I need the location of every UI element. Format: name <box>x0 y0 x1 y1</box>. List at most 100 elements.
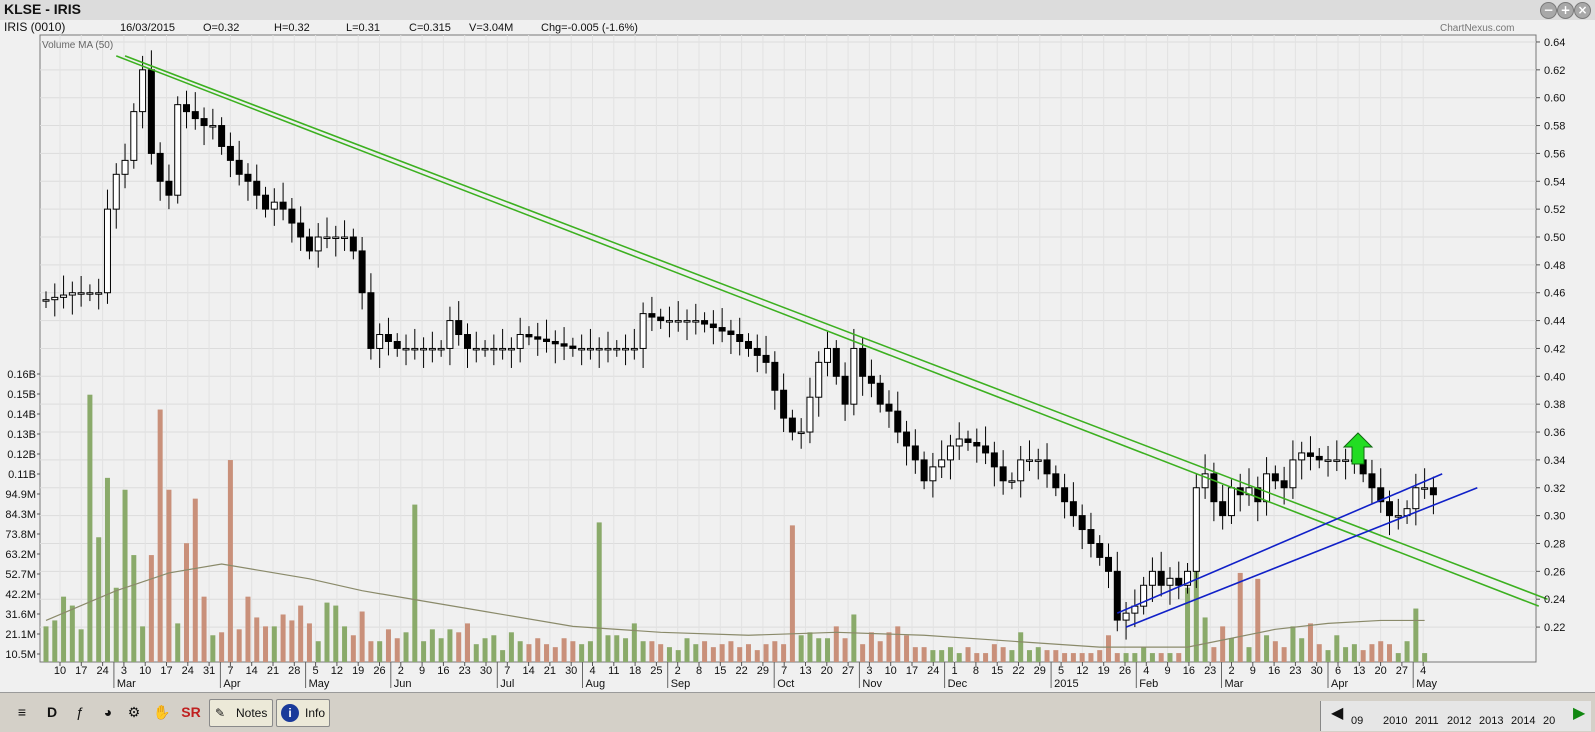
volume-bar <box>113 587 119 662</box>
menu-icon[interactable]: ≡ <box>14 701 30 723</box>
year-label[interactable]: 2011 <box>1415 715 1439 727</box>
volume-bar <box>1000 647 1006 662</box>
volume-bar <box>1299 638 1305 662</box>
year-label[interactable]: 20 <box>1543 715 1555 727</box>
scroll-right-icon[interactable]: ▶ <box>1573 703 1585 723</box>
volume-bar <box>921 647 927 662</box>
volume-bar <box>991 644 997 662</box>
date-tick-label: 31 <box>203 665 215 677</box>
indicator-icon[interactable]: ƒ <box>70 701 90 723</box>
date-tick-label: 17 <box>75 665 87 677</box>
scroll-left-icon[interactable]: ◀ <box>1331 703 1343 723</box>
volume-bar <box>965 647 971 662</box>
candle-body <box>1043 459 1051 475</box>
candle-body <box>139 69 147 113</box>
candle-body <box>771 361 779 391</box>
month-label: Nov <box>862 678 882 690</box>
volume-bar <box>596 522 602 662</box>
date-tick-label: 24 <box>927 665 939 677</box>
candle-body <box>622 347 630 351</box>
price-tick-label: 0.52 <box>1544 204 1565 216</box>
candle-body <box>973 441 981 447</box>
date-tick-label: 22 <box>735 665 747 677</box>
volume-bar <box>517 641 523 662</box>
sr-button[interactable]: SR <box>180 701 202 723</box>
volume-bar <box>333 605 339 662</box>
date-tick-label: 24 <box>182 665 194 677</box>
volume-bar <box>781 644 787 662</box>
candle-body <box>77 292 85 295</box>
candle-body <box>1412 487 1420 510</box>
candle-body <box>411 347 419 351</box>
info-date: 16/03/2015 <box>120 22 175 34</box>
year-label[interactable]: 09 <box>1351 715 1363 727</box>
candle-body <box>780 389 788 419</box>
volume-bar <box>1387 644 1393 662</box>
candle-body <box>929 466 937 482</box>
notes-button[interactable]: ✎ Notes <box>209 699 273 727</box>
settings-icon[interactable]: ⚙ <box>124 701 144 723</box>
candle-body <box>762 354 770 363</box>
window-title: KLSE - IRIS <box>4 1 82 17</box>
volume-bar <box>1290 626 1296 662</box>
volume-bar <box>227 460 233 662</box>
date-tick-label: 3 <box>121 665 127 677</box>
date-tick-label: 2 <box>675 665 681 677</box>
candle-body <box>1157 570 1165 586</box>
volume-bar <box>508 632 514 662</box>
candle-body <box>341 236 349 239</box>
candle-body <box>999 466 1007 482</box>
candle-body <box>174 104 182 196</box>
volume-bar <box>280 614 286 662</box>
candle-body <box>218 125 226 147</box>
volume-bar <box>456 632 462 662</box>
period-button[interactable]: D <box>44 701 60 723</box>
volume-bar <box>482 638 488 662</box>
date-tick-label: 19 <box>352 665 364 677</box>
volume-bar <box>1106 635 1112 662</box>
color-wheel-icon[interactable]: ◕ <box>98 701 118 723</box>
candle-body <box>753 347 761 356</box>
candle-body <box>806 396 814 433</box>
date-tick-label: 7 <box>781 665 787 677</box>
volume-tick-label: 63.2M <box>5 549 36 561</box>
volume-bar <box>526 644 532 662</box>
year-navigator[interactable]: ◀ 09 2010 2011 2012 2013 2014 20 ▶ <box>1320 701 1591 731</box>
date-tick-label: 30 <box>480 665 492 677</box>
candle-body <box>235 159 243 175</box>
date-tick-label: 10 <box>885 665 897 677</box>
volume-bar <box>1035 647 1041 662</box>
volume-bar <box>1220 626 1226 662</box>
price-tick-label: 0.30 <box>1544 511 1565 523</box>
date-tick-label: 12 <box>331 665 343 677</box>
hand-tool-icon[interactable]: ✋ <box>152 701 172 723</box>
price-volume-chart[interactable]: 0.64 0.62 0.60 0.58 0.56 0.54 0.52 0.50 0.48 0.46… <box>0 20 1595 692</box>
volume-bar <box>245 596 251 662</box>
candle-body <box>648 313 656 318</box>
volume-bar <box>1114 653 1120 662</box>
maximize-button[interactable]: + <box>1557 2 1574 19</box>
volume-bar <box>763 644 769 662</box>
date-tick-label: 14 <box>246 665 258 677</box>
volume-tick-label: 0.16B <box>7 369 36 381</box>
date-tick-label: 13 <box>799 665 811 677</box>
volume-bar <box>201 596 207 662</box>
candle-body <box>850 347 858 405</box>
date-tick-label: 6 <box>1335 665 1341 677</box>
notes-icon: ✎ <box>215 706 226 720</box>
date-tick-label: 16 <box>1268 665 1280 677</box>
volume-bar <box>1185 587 1191 662</box>
candle-body <box>314 236 322 252</box>
volume-bar <box>464 623 470 662</box>
info-button[interactable]: i Info <box>276 699 330 727</box>
date-tick-label: 7 <box>504 665 510 677</box>
volume-bar <box>131 555 137 662</box>
year-label[interactable]: 2012 <box>1447 715 1471 727</box>
candle-body <box>507 347 515 351</box>
year-label[interactable]: 2010 <box>1383 715 1407 727</box>
minimize-button[interactable]: − <box>1540 2 1557 19</box>
date-tick-label: 9 <box>1165 665 1171 677</box>
year-label[interactable]: 2014 <box>1511 715 1535 727</box>
close-button[interactable]: × <box>1574 2 1591 19</box>
year-label[interactable]: 2013 <box>1479 715 1503 727</box>
